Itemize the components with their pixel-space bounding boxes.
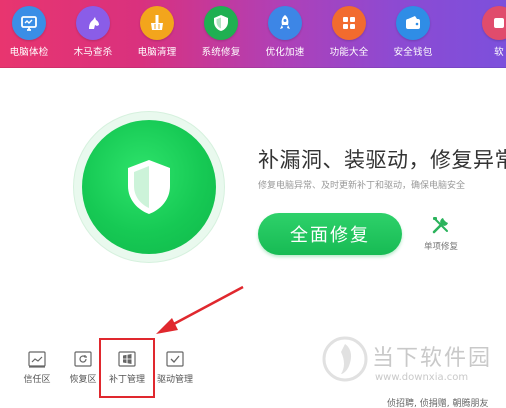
rocket-icon <box>268 6 302 40</box>
toolbar-item-trojan-scan[interactable]: 木马查杀 <box>62 6 124 64</box>
toolbar-item-label: 电脑清理 <box>137 47 177 58</box>
watermark-logo-icon <box>322 336 368 382</box>
toolbar-item-label: 功能大全 <box>329 47 369 58</box>
toolbar-item-label: 优化加速 <box>265 47 305 58</box>
toolbar-item-label: 电脑体检 <box>9 47 49 58</box>
toolbar-item-label: 安全钱包 <box>393 47 433 58</box>
single-repair-button[interactable]: 单项修复 <box>419 214 463 256</box>
bottom-item-label: 驱动管理 <box>156 375 193 385</box>
shield-icon <box>128 160 170 214</box>
page-headline: 补漏洞、装驱动，修复异常 <box>258 148 506 172</box>
toolbar-item-software[interactable]: 软 <box>468 6 506 64</box>
toolbar-item-label: 软 <box>494 47 504 58</box>
watermark-url: www.downxia.com <box>375 372 469 383</box>
broom-icon <box>140 6 174 40</box>
wallet-icon <box>396 6 430 40</box>
trust-zone-button[interactable]: 信任区 <box>14 351 60 391</box>
toolbar-item-pc-check[interactable]: 电脑体检 <box>0 6 60 64</box>
toolbar-item-all-features[interactable]: 功能大全 <box>318 6 380 64</box>
software-icon <box>482 6 506 40</box>
toolbar-item-pc-cleanup[interactable]: 电脑清理 <box>126 6 188 64</box>
watermark-name: 当下软件园 <box>372 346 493 371</box>
monitor-icon <box>12 6 46 40</box>
shield-icon <box>204 6 238 40</box>
driver-icon <box>166 351 184 367</box>
full-repair-button[interactable]: 全面修复 <box>258 213 402 255</box>
patch-management-highlight <box>99 338 155 398</box>
toolbar-item-optimize[interactable]: 优化加速 <box>254 6 316 64</box>
trust-zone-icon <box>28 351 46 368</box>
system-repair-status-circle <box>82 120 216 254</box>
footer-partial-text: 侦招聘, 侦捐赠, 朝腾朋友 <box>387 399 489 408</box>
toolbar-item-security-wallet[interactable]: 安全钱包 <box>382 6 444 64</box>
top-toolbar: 电脑体检 木马查杀 电脑清理 系统修复 优化加速 功能大全 安全钱包 软 <box>0 0 506 68</box>
single-repair-label: 单项修复 <box>423 242 458 252</box>
restore-zone-icon <box>74 351 92 367</box>
bottom-item-label: 信任区 <box>23 375 51 385</box>
page-subtitle: 修复电脑异常、及时更新补丁和驱动，确保电脑安全 <box>258 181 466 191</box>
grid-icon <box>332 6 366 40</box>
driver-management-button[interactable]: 驱动管理 <box>152 351 198 391</box>
bottom-item-label: 恢复区 <box>69 375 97 385</box>
tools-icon <box>432 217 448 234</box>
toolbar-item-label: 木马查杀 <box>73 47 113 58</box>
toolbar-item-system-repair[interactable]: 系统修复 <box>190 6 252 64</box>
toolbar-item-label: 系统修复 <box>201 47 241 58</box>
horse-icon <box>76 6 110 40</box>
